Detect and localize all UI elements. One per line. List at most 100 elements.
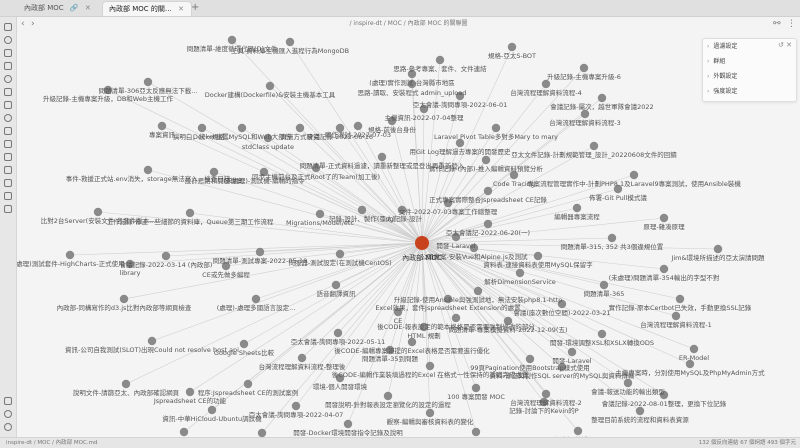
- graph-node[interactable]: [507, 42, 517, 52]
- graph-node[interactable]: [143, 165, 153, 175]
- new-tab-icon[interactable]: +: [191, 2, 199, 13]
- tab-1[interactable]: 內政部 MOC 🔗 ✕: [18, 1, 108, 16]
- graph-node[interactable]: [239, 339, 249, 349]
- bookmark-icon[interactable]: [4, 49, 12, 57]
- settings-display[interactable]: › 外觀設定: [707, 71, 737, 83]
- graph-node[interactable]: [285, 37, 295, 47]
- settings-filters[interactable]: › 過濾設定: [707, 41, 737, 53]
- graph-node[interactable]: [185, 387, 195, 397]
- graph-node[interactable]: [541, 389, 551, 399]
- graph-node[interactable]: [291, 401, 301, 411]
- graph-node[interactable]: [333, 328, 343, 338]
- graph-node[interactable]: [265, 81, 275, 91]
- graph-node[interactable]: [179, 427, 189, 437]
- graph-node[interactable]: [425, 408, 435, 418]
- graph-node[interactable]: [483, 219, 493, 229]
- graph-node[interactable]: [573, 426, 583, 436]
- graph-node[interactable]: [481, 155, 491, 165]
- graph-node[interactable]: [335, 249, 345, 259]
- graph-node[interactable]: [243, 379, 253, 389]
- graph-node[interactable]: [572, 203, 582, 213]
- graph-node[interactable]: [451, 313, 461, 323]
- graph-node[interactable]: [377, 152, 387, 162]
- graph-node[interactable]: [533, 251, 543, 261]
- calendar-icon[interactable]: [4, 62, 12, 70]
- plugin-icon[interactable]: [4, 114, 12, 122]
- graph-node[interactable]: [383, 391, 393, 401]
- graph-node[interactable]: [491, 123, 501, 133]
- table-icon[interactable]: [4, 166, 12, 174]
- settings-gear-icon[interactable]: [4, 423, 12, 431]
- graph-node[interactable]: [147, 336, 157, 346]
- folder-icon[interactable]: [4, 179, 12, 187]
- graph-node[interactable]: [143, 77, 153, 87]
- graph-node[interactable]: [635, 406, 645, 416]
- graph-node[interactable]: [257, 428, 267, 437]
- graph-node[interactable]: [227, 35, 237, 45]
- graph-node[interactable]: [65, 250, 75, 260]
- graph-node[interactable]: [525, 354, 535, 364]
- graph-node[interactable]: [597, 93, 607, 103]
- link-icon[interactable]: ⚯: [773, 18, 781, 30]
- graph-node[interactable]: [157, 121, 167, 131]
- graph-node[interactable]: [473, 286, 483, 296]
- graph-view[interactable]: 問題清單-維度循環代碼(D)文件 工具-資料庫主機匯入進程行為MongoDB 規格-…: [17, 31, 800, 437]
- graph-node[interactable]: [435, 55, 445, 65]
- graph-node[interactable]: [659, 213, 669, 223]
- graph-node[interactable]: [629, 170, 639, 180]
- tab-2[interactable]: 內政部 MOC 的關… ✕: [102, 1, 192, 16]
- graph-node[interactable]: [297, 353, 307, 363]
- graph-node[interactable]: [483, 186, 493, 196]
- graph-node[interactable]: [599, 280, 609, 290]
- graph-node[interactable]: [589, 141, 599, 151]
- close-icon[interactable]: ✕: [85, 4, 91, 12]
- graph-node[interactable]: [185, 208, 195, 218]
- graph-node[interactable]: [121, 379, 131, 389]
- backlink-count[interactable]: 132 個反向連結: [699, 440, 739, 446]
- graph-node[interactable]: [607, 233, 617, 243]
- graph-node[interactable]: [515, 268, 525, 278]
- graph-node[interactable]: [671, 311, 681, 321]
- graph-node[interactable]: [659, 264, 669, 274]
- graph-node[interactable]: [197, 123, 207, 133]
- graph-node[interactable]: [295, 123, 305, 133]
- graph-node[interactable]: [93, 207, 103, 217]
- graph-node[interactable]: [237, 123, 247, 133]
- canvas-icon[interactable]: [4, 88, 12, 96]
- graph-node[interactable]: [343, 419, 353, 429]
- graph-node[interactable]: [353, 121, 363, 131]
- graph-node[interactable]: [207, 405, 217, 415]
- reset-icon[interactable]: ↺ ✕: [778, 41, 792, 49]
- graph-node[interactable]: [675, 294, 685, 304]
- graph-node[interactable]: [623, 378, 633, 388]
- graph-node[interactable]: [357, 205, 367, 215]
- graph-node[interactable]: [315, 209, 325, 219]
- more-options-icon[interactable]: ⋮: [787, 18, 796, 30]
- graph-node[interactable]: [255, 247, 265, 257]
- settings-groups[interactable]: › 群組: [707, 56, 725, 68]
- audio-icon[interactable]: [4, 192, 12, 200]
- vault-icon[interactable]: [4, 397, 12, 405]
- graph-node[interactable]: [331, 280, 341, 290]
- close-icon[interactable]: ✕: [178, 5, 184, 13]
- graph-node[interactable]: [251, 294, 261, 304]
- graph-node[interactable]: [119, 294, 129, 304]
- graph-node[interactable]: [567, 347, 577, 357]
- pin-icon[interactable]: 🔗: [70, 4, 79, 12]
- graph-node[interactable]: [471, 383, 481, 393]
- graph-node[interactable]: [713, 244, 723, 254]
- graph-canvas[interactable]: 問題清單-維度循環代碼(D)文件工具-資料庫主機匯入進程行為MongoDB規格-…: [17, 31, 800, 437]
- search-icon[interactable]: [4, 36, 12, 44]
- graph-node[interactable]: [161, 251, 171, 261]
- files-icon[interactable]: [4, 23, 12, 31]
- graph-node[interactable]: [579, 63, 589, 73]
- graph-node[interactable]: [541, 79, 551, 89]
- star-icon[interactable]: [4, 153, 12, 161]
- graph-icon[interactable]: [4, 75, 12, 83]
- template-icon[interactable]: [4, 101, 12, 109]
- graph-node[interactable]: [580, 109, 590, 119]
- graph-node[interactable]: [597, 329, 607, 339]
- graph-node[interactable]: [425, 361, 435, 371]
- tag-icon[interactable]: [4, 140, 12, 148]
- graph-center-node[interactable]: [415, 236, 429, 250]
